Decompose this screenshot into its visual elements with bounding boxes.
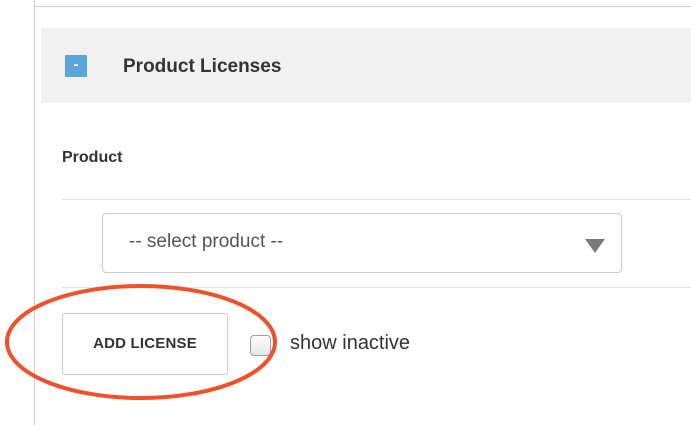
chevron-down-icon — [585, 239, 605, 253]
show-inactive-checkbox[interactable] — [250, 335, 271, 356]
product-select-value: -- select product -- — [129, 231, 284, 252]
add-license-button[interactable]: ADD LICENSE — [62, 313, 228, 375]
minus-icon: - — [73, 56, 79, 73]
container-top-border — [34, 6, 691, 7]
panel-title: Product Licenses — [123, 56, 282, 77]
container-left-border — [34, 0, 35, 425]
product-label: Product — [62, 149, 123, 166]
collapse-button[interactable]: - — [65, 55, 87, 77]
divider — [62, 199, 691, 200]
show-inactive-label: show inactive — [290, 332, 411, 354]
product-select[interactable]: -- select product -- — [102, 213, 622, 273]
divider — [62, 287, 691, 288]
panel-header[interactable]: - Product Licenses — [41, 28, 691, 103]
